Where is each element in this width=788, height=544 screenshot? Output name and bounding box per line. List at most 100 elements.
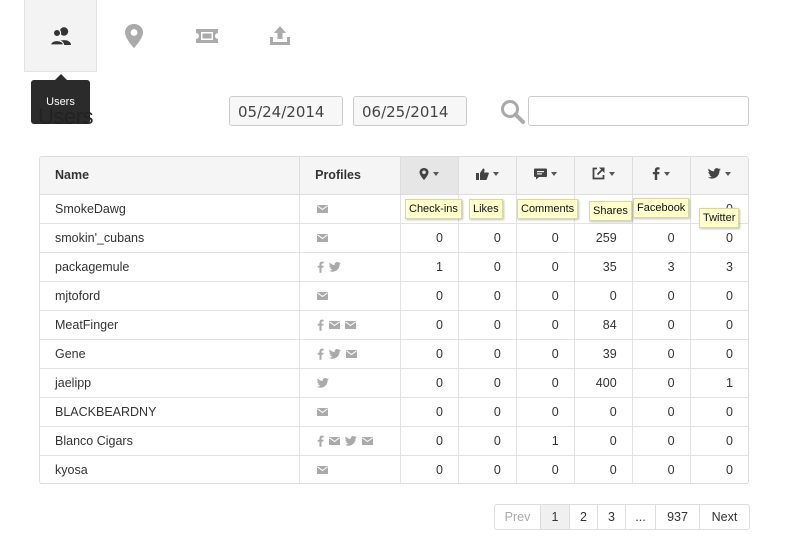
- table-row[interactable]: kyosa 0 0 0 0 0 0: [40, 455, 748, 483]
- cell-facebook: 0: [632, 368, 691, 398]
- cell-likes: 0: [458, 339, 517, 369]
- user-name[interactable]: MeatFinger: [40, 310, 301, 340]
- user-name[interactable]: Gene: [40, 339, 301, 369]
- tab-users[interactable]: [24, 0, 97, 72]
- table-row[interactable]: BLACKBEARDNY 0 0 0 0 0 0: [40, 397, 748, 427]
- cell-shares: 84: [574, 310, 633, 340]
- cell-checkins: 0: [400, 310, 459, 340]
- user-name[interactable]: BLACKBEARDNY: [40, 397, 301, 427]
- tab-tickets[interactable]: [170, 0, 243, 72]
- cell-likes: 0: [458, 368, 517, 398]
- user-name[interactable]: mjtoford: [40, 281, 301, 311]
- table-row[interactable]: Gene 0 0 0 39 0 0: [40, 339, 748, 369]
- email-icon[interactable]: [317, 408, 329, 417]
- end-date-input[interactable]: 06/25/2014: [353, 96, 467, 126]
- column-header-name[interactable]: Name: [40, 157, 301, 195]
- tooltip-likes: Likes: [469, 199, 503, 219]
- search-icon[interactable]: [500, 99, 526, 125]
- facebook-icon: [652, 167, 660, 181]
- column-header-twitter[interactable]: [690, 157, 748, 195]
- email-icon[interactable]: [362, 437, 374, 446]
- user-name[interactable]: SmokeDawg: [40, 194, 301, 224]
- cell-likes: 0: [458, 426, 517, 456]
- cell-twitter: 0: [690, 426, 748, 456]
- page-button-1[interactable]: 1: [541, 505, 570, 529]
- cell-shares: 39: [574, 339, 633, 369]
- cell-comments: 0: [516, 310, 575, 340]
- table-row[interactable]: MeatFinger 0 0 0 84 0 0: [40, 310, 748, 340]
- cell-twitter: 0: [690, 397, 748, 427]
- table-row[interactable]: packagemule 1 0 0 35 3 3: [40, 252, 748, 282]
- cell-checkins: 0: [400, 339, 459, 369]
- cell-checkins: 0: [400, 426, 459, 456]
- cell-shares: 0: [574, 281, 633, 311]
- cell-twitter: 0: [726, 462, 733, 477]
- email-icon[interactable]: [317, 292, 329, 301]
- column-header-shares[interactable]: [574, 157, 633, 195]
- cell-comments: 0: [516, 368, 575, 398]
- user-name[interactable]: Blanco Cigars: [40, 426, 301, 456]
- cell-comments: 1: [516, 426, 575, 456]
- column-header-checkins[interactable]: [400, 157, 459, 195]
- column-header-likes[interactable]: [458, 157, 517, 195]
- profile-icons: [299, 397, 401, 427]
- page-title: Users: [38, 104, 93, 129]
- profile-icons: [299, 194, 401, 224]
- facebook-icon[interactable]: [317, 261, 324, 273]
- facebook-icon[interactable]: [317, 348, 324, 360]
- email-icon[interactable]: [329, 437, 341, 446]
- user-name[interactable]: smokin'_cubans: [40, 223, 301, 253]
- table-header-row: Name Profiles: [40, 157, 748, 195]
- pagination: Prev 1 2 3 ... 937 Next: [494, 504, 750, 530]
- email-icon[interactable]: [345, 321, 357, 330]
- tab-locations[interactable]: [97, 0, 170, 72]
- cell-comments: 0: [516, 252, 575, 282]
- users-icon: [49, 26, 71, 46]
- twitter-icon[interactable]: [317, 378, 329, 388]
- facebook-icon[interactable]: [317, 319, 324, 331]
- start-date-input[interactable]: 05/24/2014: [229, 96, 343, 126]
- cell-likes: 0: [458, 252, 517, 282]
- cell-likes: 0: [458, 281, 517, 311]
- email-icon[interactable]: [346, 350, 358, 359]
- tooltip-checkins: Check-ins: [405, 199, 462, 219]
- page-button-937[interactable]: 937: [656, 505, 700, 529]
- table-row[interactable]: mjtoford 0 0 0 0 0 0: [40, 281, 748, 311]
- page-button-3[interactable]: 3: [598, 505, 626, 529]
- user-name[interactable]: jaelipp: [40, 368, 301, 398]
- page-button-2[interactable]: 2: [570, 505, 598, 529]
- profile-icons: [299, 339, 401, 369]
- table-row[interactable]: smokin'_cubans 0 0 0 259 0 0: [40, 223, 748, 253]
- comment-icon: [533, 168, 547, 180]
- column-header-comments[interactable]: [516, 157, 575, 195]
- email-icon[interactable]: [317, 205, 329, 214]
- cell-twitter: 0: [690, 310, 748, 340]
- facebook-icon[interactable]: [317, 435, 324, 447]
- cell-checkins: 0: [400, 281, 459, 311]
- profile-icons: [299, 368, 401, 398]
- tab-upload[interactable]: [243, 0, 316, 72]
- twitter-icon[interactable]: [329, 349, 341, 359]
- profile-icons: [299, 310, 401, 340]
- table-row[interactable]: Blanco Cigars 0 0 1 0 0 0: [40, 426, 748, 456]
- search-input[interactable]: [528, 96, 749, 126]
- twitter-icon[interactable]: [329, 262, 341, 272]
- table-row[interactable]: jaelipp 0 0 0 400 0 1: [40, 368, 748, 398]
- next-page-button[interactable]: Next: [700, 505, 749, 529]
- cell-twitter: 0: [690, 339, 748, 369]
- tooltip-shares: Shares: [589, 201, 632, 221]
- cell-checkins: 0: [400, 397, 459, 427]
- twitter-icon[interactable]: [345, 436, 357, 446]
- email-icon[interactable]: [317, 466, 329, 475]
- column-header-facebook[interactable]: [632, 157, 691, 195]
- cell-shares: 0: [574, 397, 633, 427]
- location-pin-icon: [419, 167, 429, 180]
- email-icon[interactable]: [329, 321, 341, 330]
- email-icon[interactable]: [317, 234, 329, 243]
- user-name[interactable]: kyosa: [40, 455, 301, 483]
- cell-shares: 259: [574, 223, 633, 253]
- user-name[interactable]: packagemule: [40, 252, 301, 282]
- cell-checkins: 1: [400, 252, 459, 282]
- prev-page-button[interactable]: Prev: [495, 505, 541, 529]
- cell-comments: 0: [516, 397, 575, 427]
